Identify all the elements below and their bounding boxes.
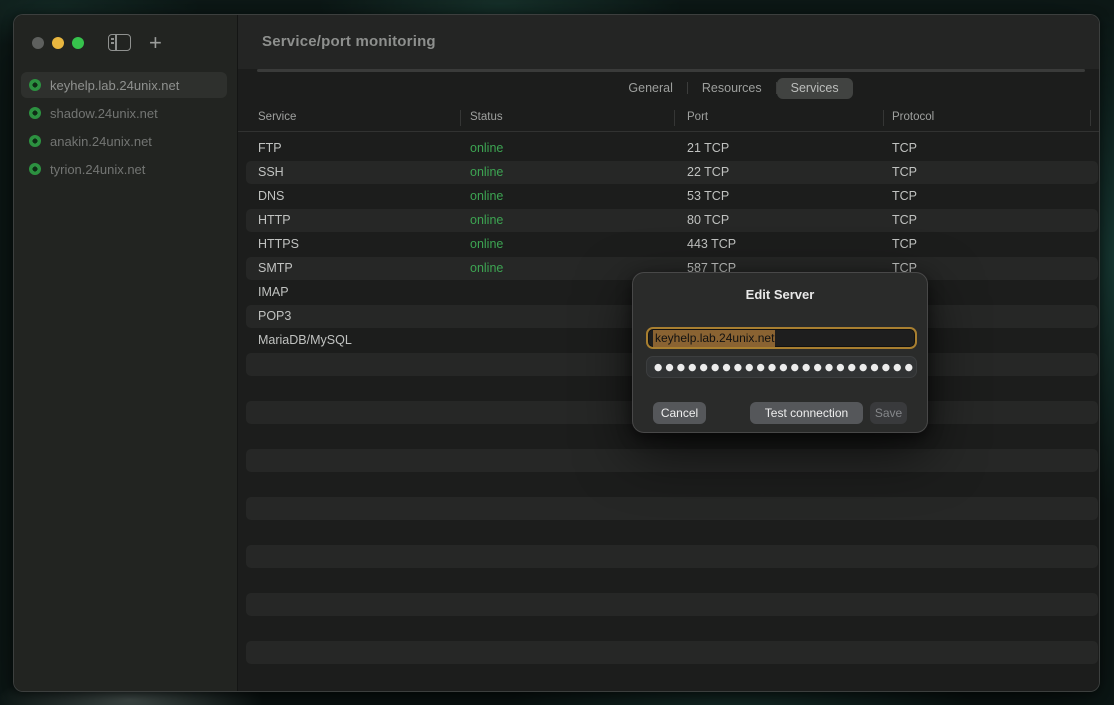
tab-services[interactable]: Services — [777, 78, 853, 99]
cell-status: online — [470, 213, 503, 227]
cell-port: 22 TCP — [687, 165, 729, 179]
minimize-button[interactable] — [52, 37, 64, 49]
column-separator — [883, 110, 884, 126]
password-input[interactable]: ●●●●●●●●●●●●●●●●●●●●●●●●●●●●●●●● — [646, 356, 917, 378]
cell-status: online — [470, 141, 503, 155]
cell-protocol: TCP — [892, 213, 917, 227]
cell-service: POP3 — [258, 309, 291, 323]
test-connection-button[interactable]: Test connection — [750, 402, 863, 424]
cell-protocol: TCP — [892, 189, 917, 203]
table-row — [246, 641, 1098, 664]
sidebar-item-tyrion[interactable]: tyrion.24unix.net — [21, 156, 227, 182]
cell-port: 80 TCP — [687, 213, 729, 227]
traffic-lights — [32, 37, 84, 49]
column-header-protocol[interactable]: Protocol — [892, 111, 934, 123]
tab-resources[interactable]: Resources — [688, 78, 776, 99]
cell-protocol: TCP — [892, 165, 917, 179]
table-row — [246, 593, 1098, 616]
save-button[interactable]: Save — [870, 402, 907, 424]
dialog-title: Edit Server — [633, 287, 927, 302]
cell-protocol: TCP — [892, 237, 917, 251]
server-label: tyrion.24unix.net — [50, 162, 145, 177]
server-status-icon — [29, 107, 41, 119]
table-row — [246, 569, 1098, 592]
titlebar-divider — [257, 69, 1085, 72]
table-row — [246, 617, 1098, 640]
table-row — [246, 497, 1098, 520]
app-window: + keyhelp.lab.24unix.net shadow.24unix.ne… — [13, 14, 1100, 692]
table-row — [246, 665, 1098, 688]
server-status-icon — [29, 163, 41, 175]
close-button[interactable] — [32, 37, 44, 49]
table-row[interactable]: FTP online 21 TCP TCP — [246, 137, 1098, 160]
sidebar: + keyhelp.lab.24unix.net shadow.24unix.ne… — [14, 15, 237, 691]
column-separator — [460, 110, 461, 126]
table-header: Service Status Port Protocol — [238, 105, 1099, 132]
cell-protocol: TCP — [892, 141, 917, 155]
server-label: anakin.24unix.net — [50, 134, 152, 149]
add-server-icon[interactable]: + — [149, 34, 162, 51]
table-row — [246, 473, 1098, 496]
server-label: shadow.24unix.net — [50, 106, 158, 121]
server-status-icon — [29, 135, 41, 147]
server-status-icon — [29, 79, 41, 91]
sidebar-item-keyhelp[interactable]: keyhelp.lab.24unix.net — [21, 72, 227, 98]
tab-bar: GeneralResourcesServices — [238, 77, 1099, 99]
server-label: keyhelp.lab.24unix.net — [50, 78, 179, 93]
cell-service: SMTP — [258, 261, 293, 275]
column-header-status[interactable]: Status — [470, 111, 503, 123]
cell-service: FTP — [258, 141, 282, 155]
server-address-input[interactable]: keyhelp.lab.24unix.net — [646, 327, 917, 349]
cell-service: HTTP — [258, 213, 291, 227]
table-row[interactable]: SSH online 22 TCP TCP — [246, 161, 1098, 184]
cell-port: 443 TCP — [687, 237, 736, 251]
cell-service: HTTPS — [258, 237, 299, 251]
table-row — [246, 521, 1098, 544]
table-row — [246, 449, 1098, 472]
cell-status: online — [470, 165, 503, 179]
column-header-service[interactable]: Service — [258, 111, 296, 123]
sidebar-item-shadow[interactable]: shadow.24unix.net — [21, 100, 227, 126]
server-address-selected-text: keyhelp.lab.24unix.net — [653, 330, 775, 347]
cell-service: SSH — [258, 165, 284, 179]
cell-status: online — [470, 261, 503, 275]
sidebar-item-anakin[interactable]: anakin.24unix.net — [21, 128, 227, 154]
cell-port: 21 TCP — [687, 141, 729, 155]
cell-status: online — [470, 189, 503, 203]
tab-general[interactable]: General — [614, 78, 686, 99]
main-content: Service/port monitoring GeneralResources… — [237, 15, 1099, 691]
cell-service: MariaDB/MySQL — [258, 333, 352, 347]
table-row — [246, 545, 1098, 568]
cell-service: IMAP — [258, 285, 289, 299]
cancel-button[interactable]: Cancel — [653, 402, 706, 424]
cell-service: DNS — [258, 189, 284, 203]
server-list: keyhelp.lab.24unix.net shadow.24unix.net a… — [21, 72, 227, 182]
zoom-button[interactable] — [72, 37, 84, 49]
table-row[interactable]: DNS online 53 TCP TCP — [246, 185, 1098, 208]
cell-port: 53 TCP — [687, 189, 729, 203]
desktop: { "window": { "title": "Service/port mon… — [0, 0, 1114, 705]
column-separator — [674, 110, 675, 126]
table-row[interactable]: HTTP online 80 TCP TCP — [246, 209, 1098, 232]
password-masked-value: ●●●●●●●●●●●●●●●●●●●●●●●●●●●●●●●● — [654, 362, 917, 373]
column-header-port[interactable]: Port — [687, 111, 708, 123]
edit-server-dialog: Edit Server keyhelp.lab.24unix.net ●●●●●… — [632, 272, 928, 433]
segmented-control: GeneralResourcesServices — [614, 77, 852, 99]
column-separator — [1090, 110, 1091, 126]
table-row[interactable]: HTTPS online 443 TCP TCP — [246, 233, 1098, 256]
sidebar-toggle-icon[interactable] — [108, 34, 131, 51]
cell-status: online — [470, 237, 503, 251]
page-title: Service/port monitoring — [262, 33, 436, 50]
